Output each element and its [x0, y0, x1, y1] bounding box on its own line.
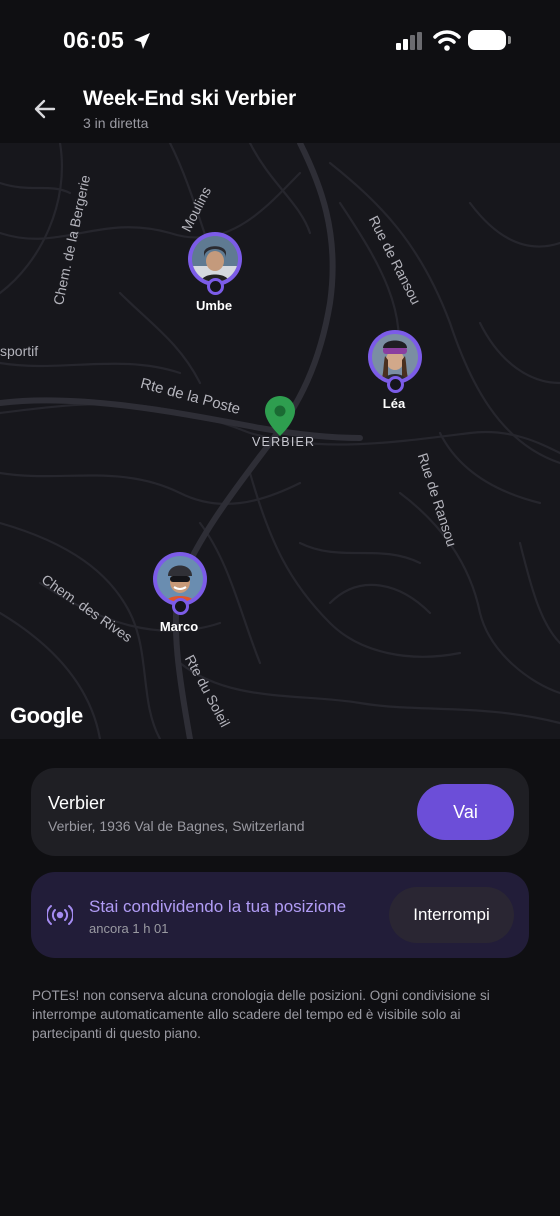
location-sharing-card: Stai condividendo la tua posizione ancor…	[31, 872, 529, 958]
go-button[interactable]: Vai	[417, 784, 514, 840]
avatar	[192, 236, 238, 282]
place-name: Verbier	[48, 793, 106, 813]
google-attribution: Google	[10, 703, 83, 728]
pin-dot	[207, 278, 224, 295]
broadcast-icon	[47, 905, 73, 925]
avatar	[157, 556, 203, 602]
map-view[interactable]: Chem. de la Bergerie Moulins Rue de Rans…	[0, 143, 560, 739]
signal-icon	[396, 32, 422, 50]
header: Week-End ski Verbier 3 in diretta	[0, 80, 560, 140]
avatar	[372, 334, 418, 380]
page-title: Week-End ski Verbier	[83, 87, 297, 110]
participant-pin-lea[interactable]	[368, 330, 422, 393]
place-address: Verbier, 1936 Val de Bagnes, Switzerland	[48, 818, 305, 834]
pin-dot	[387, 376, 404, 393]
participant-pin-umbe[interactable]	[188, 232, 242, 295]
pin-dot	[172, 598, 189, 615]
participant-pin-marco[interactable]	[153, 552, 207, 615]
stop-sharing-button[interactable]: Interrompi	[389, 887, 514, 943]
map-pin-icon[interactable]	[263, 394, 297, 438]
street-label: sportif	[0, 343, 39, 359]
wifi-icon	[433, 30, 461, 51]
sharing-remaining: ancora 1 h 01	[89, 921, 169, 936]
back-arrow-icon[interactable]	[30, 94, 60, 124]
page-subtitle: 3 in diretta	[83, 115, 149, 131]
battery-icon	[468, 30, 506, 50]
status-time: 06:05	[63, 27, 125, 53]
place-card: Verbier Verbier, 1936 Val de Bagnes, Swi…	[31, 768, 529, 856]
battery-tip	[508, 36, 511, 44]
sharing-status: Stai condividendo la tua posizione	[89, 897, 347, 916]
participant-name: Umbe	[195, 298, 233, 313]
location-arrow-icon	[134, 33, 150, 49]
status-bar: 06:05	[0, 0, 560, 80]
place-label: VERBIER	[252, 435, 316, 449]
participant-name: Marco	[159, 619, 199, 634]
participant-name: Léa	[382, 396, 406, 411]
privacy-disclaimer: POTEs! non conserva alcuna cronologia de…	[32, 988, 490, 1041]
